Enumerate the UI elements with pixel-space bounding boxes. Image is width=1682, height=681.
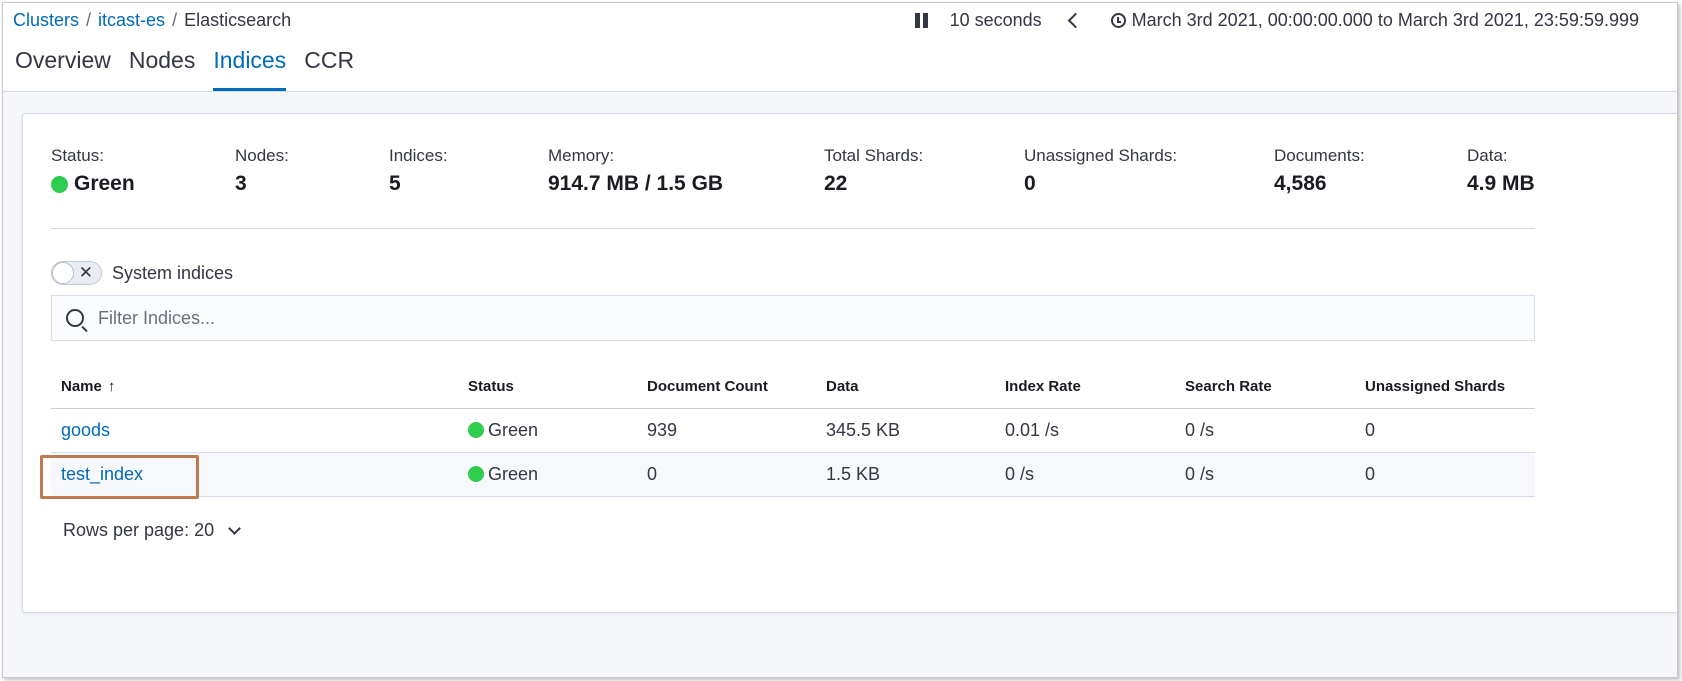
header: Clusters / itcast-es / Elasticsearch 10 … xyxy=(3,3,1677,91)
cell-document-count: 939 xyxy=(637,408,816,453)
cell-search-rate: 0 /s xyxy=(1175,408,1355,453)
cell-index-rate: 0.01 /s xyxy=(995,408,1175,453)
breadcrumb-separator: / xyxy=(86,10,92,30)
cell-unassigned-shards: 0 xyxy=(1355,408,1535,453)
stat-total-shards: Total Shards: 22 xyxy=(824,146,923,196)
cell-unassigned-shards: 0 xyxy=(1355,452,1535,497)
system-indices-toggle[interactable]: ✕ xyxy=(51,261,102,285)
column-header-document-count[interactable]: Document Count xyxy=(637,366,816,409)
stat-indices: Indices: 5 xyxy=(389,146,448,196)
filter-indices-input[interactable] xyxy=(98,307,1498,329)
stat-label: Memory: xyxy=(548,146,615,165)
index-link[interactable]: goods xyxy=(61,420,110,440)
stat-label: Unassigned Shards: xyxy=(1024,146,1178,165)
stat-nodes: Nodes: 3 xyxy=(235,146,289,196)
column-header-unassigned-shards[interactable]: Unassigned Shards xyxy=(1355,366,1535,409)
stat-documents: Documents: 4,586 xyxy=(1274,146,1365,196)
refresh-interval[interactable]: 10 seconds xyxy=(950,10,1042,31)
sort-arrow-icon: ↑ xyxy=(107,378,116,396)
column-header-search-rate[interactable]: Search Rate xyxy=(1175,366,1355,409)
stat-status: Status: Green xyxy=(51,146,135,196)
cell-search-rate: 0 /s xyxy=(1175,452,1355,497)
stat-label: Nodes: xyxy=(235,146,289,165)
pause-icon[interactable] xyxy=(914,13,928,28)
stat-value-container: Green xyxy=(51,172,135,196)
breadcrumb-separator: / xyxy=(172,10,178,30)
stat-label: Indices: xyxy=(389,146,448,165)
cell-document-count: 0 xyxy=(637,452,816,497)
clock-icon xyxy=(1110,13,1126,28)
stat-value: 5 xyxy=(389,172,401,195)
stat-value: 22 xyxy=(824,172,848,195)
time-picker-bar: 10 seconds March 3rd 2021, 00:00:00.000 … xyxy=(914,10,1639,31)
stat-data: Data: 4.9 MB xyxy=(1467,146,1535,196)
breadcrumb-clusters[interactable]: Clusters xyxy=(13,10,79,31)
annotation-highlight-box xyxy=(40,455,199,499)
divider xyxy=(51,228,1535,229)
filter-bar xyxy=(51,295,1535,341)
cell-index-rate: 0 /s xyxy=(995,452,1175,497)
cell-status: Green xyxy=(458,408,637,453)
stat-value: 914.7 MB / 1.5 GB xyxy=(548,172,724,195)
status-green-icon xyxy=(468,466,484,482)
indices-panel: Status: Green Nodes: 3 Indices: 5 Memory… xyxy=(22,113,1677,613)
stat-label: Data: xyxy=(1467,146,1508,165)
status-green-icon xyxy=(468,422,484,438)
rows-per-page-selector[interactable]: Rows per page: 20 xyxy=(63,520,241,541)
cell-status: Green xyxy=(458,452,637,497)
tab-bar: Overview Nodes Indices CCR xyxy=(15,47,354,91)
stat-unassigned-shards: Unassigned Shards: 0 xyxy=(1024,146,1177,196)
table-row: goods Green 939 345.5 KB 0.01 /s 0 /s 0 xyxy=(51,408,1535,453)
tab-overview[interactable]: Overview xyxy=(15,47,111,91)
system-indices-label: System indices xyxy=(112,262,234,283)
stat-label: Status: xyxy=(51,146,104,165)
breadcrumb-current: Elasticsearch xyxy=(184,10,292,30)
breadcrumb-cluster-name[interactable]: itcast-es xyxy=(98,10,165,31)
stat-value: 4,586 xyxy=(1274,172,1327,195)
chevron-down-icon xyxy=(228,522,241,535)
stat-value: Green xyxy=(74,172,135,195)
stat-value: 3 xyxy=(235,172,247,195)
app-window: Clusters / itcast-es / Elasticsearch 10 … xyxy=(2,2,1678,678)
cluster-stats: Status: Green Nodes: 3 Indices: 5 Memory… xyxy=(51,146,1535,202)
chevron-left-icon[interactable] xyxy=(1067,12,1083,29)
tab-nodes[interactable]: Nodes xyxy=(129,47,195,91)
stat-label: Documents: xyxy=(1274,146,1365,165)
column-header-name[interactable]: Name ↑ xyxy=(51,366,458,409)
system-indices-toggle-row: ✕ System indices xyxy=(51,261,233,285)
cell-name: goods xyxy=(51,408,458,453)
stat-value: 4.9 MB xyxy=(1467,172,1535,195)
time-range[interactable]: March 3rd 2021, 00:00:00.000 to March 3r… xyxy=(1132,10,1639,31)
indices-table: Name ↑ Status Document Count Data Index R… xyxy=(51,366,1535,497)
stat-label: Total Shards: xyxy=(824,146,924,165)
close-icon: ✕ xyxy=(78,263,93,282)
rows-per-page-label: Rows per page: 20 xyxy=(63,520,215,540)
column-header-label: Name xyxy=(61,378,102,396)
tab-ccr[interactable]: CCR xyxy=(304,47,354,91)
table-row: test_index Green 0 1.5 KB 0 /s 0 /s 0 xyxy=(51,452,1535,497)
toggle-knob xyxy=(52,262,74,284)
column-header-status[interactable]: Status xyxy=(458,366,637,409)
status-text: Green xyxy=(488,419,539,440)
status-green-icon xyxy=(51,175,68,193)
column-header-data[interactable]: Data xyxy=(816,366,995,409)
status-text: Green xyxy=(488,463,539,484)
table-header-row: Name ↑ Status Document Count Data Index R… xyxy=(51,366,1535,409)
breadcrumb: Clusters / itcast-es / Elasticsearch xyxy=(13,10,291,31)
cell-data: 1.5 KB xyxy=(816,452,995,497)
stat-value: 0 xyxy=(1024,172,1036,195)
stat-memory: Memory: 914.7 MB / 1.5 GB xyxy=(548,146,723,196)
cell-data: 345.5 KB xyxy=(816,408,995,453)
tab-indices[interactable]: Indices xyxy=(213,47,287,91)
search-icon xyxy=(66,309,84,327)
column-header-index-rate[interactable]: Index Rate xyxy=(995,366,1175,409)
